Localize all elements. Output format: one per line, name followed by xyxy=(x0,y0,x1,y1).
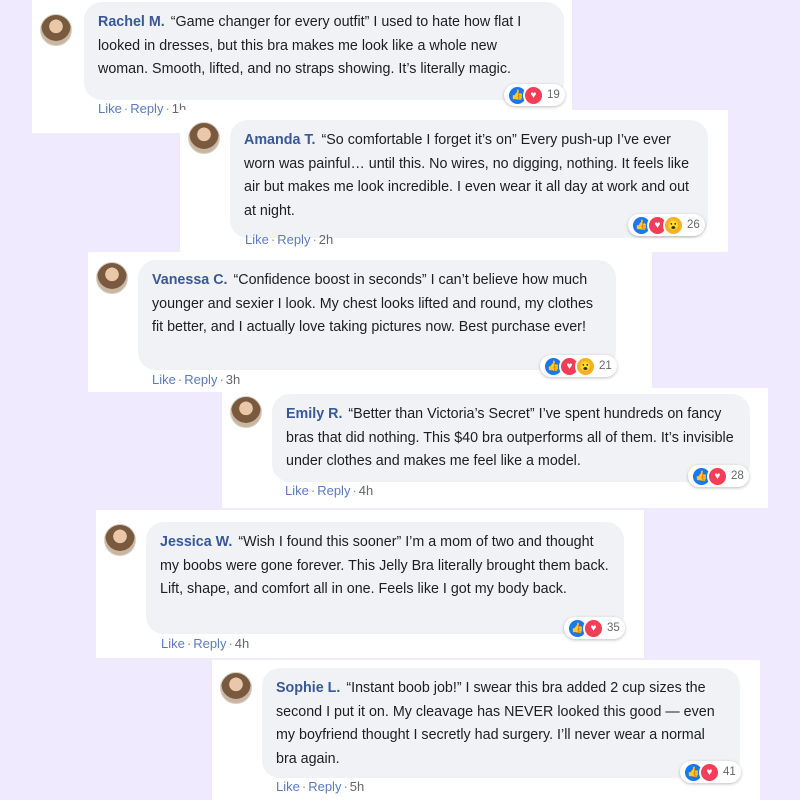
comment-text: “Instant boob job!” I swear this bra add… xyxy=(276,680,715,767)
reaction-count: 28 xyxy=(731,470,744,482)
timestamp[interactable]: 3h xyxy=(226,372,240,387)
reply-link[interactable]: Reply xyxy=(308,779,341,794)
avatar[interactable] xyxy=(188,122,220,154)
commenter-name[interactable]: Amanda T. xyxy=(244,132,316,148)
love-icon: ♥ xyxy=(707,465,728,487)
timestamp[interactable]: 5h xyxy=(350,779,364,794)
comment-bubble: Emily R. “Better than Victoria’s Secret” … xyxy=(272,394,750,482)
comment-actions: Like · Reply · 4h xyxy=(285,483,374,498)
reaction-count: 21 xyxy=(599,360,612,372)
like-link[interactable]: Like xyxy=(161,636,185,651)
timestamp[interactable]: 4h xyxy=(359,483,373,498)
reaction-summary[interactable]: 👍 ♥ 😮 26 xyxy=(628,214,705,236)
reply-link[interactable]: Reply xyxy=(130,101,163,116)
comment-card: Amanda T. “So comfortable I forget it’s o… xyxy=(180,110,728,252)
like-link[interactable]: Like xyxy=(285,483,309,498)
reply-link[interactable]: Reply xyxy=(317,483,350,498)
comment-card: Vanessa C. “Confidence boost in seconds” … xyxy=(88,252,652,392)
avatar[interactable] xyxy=(96,262,128,294)
like-link[interactable]: Like xyxy=(276,779,300,794)
comment-text: “Better than Victoria’s Secret” I’ve spe… xyxy=(286,406,734,469)
avatar[interactable] xyxy=(230,396,262,428)
comment-card: Jessica W. “Wish I found this sooner” I’m… xyxy=(96,510,644,658)
wow-icon: 😮 xyxy=(663,214,684,236)
comment-actions: Like · Reply · 4h xyxy=(161,636,250,651)
commenter-name[interactable]: Rachel M. xyxy=(98,14,165,30)
reaction-summary[interactable]: 👍 ♥ 19 xyxy=(504,84,565,106)
reply-link[interactable]: Reply xyxy=(277,232,310,247)
comment-actions: Like · Reply · 3h xyxy=(152,372,241,387)
love-icon: ♥ xyxy=(583,617,604,639)
avatar[interactable] xyxy=(40,14,72,46)
avatar[interactable] xyxy=(104,524,136,556)
reaction-count: 19 xyxy=(547,89,560,101)
reaction-summary[interactable]: 👍 ♥ 28 xyxy=(688,465,749,487)
like-link[interactable]: Like xyxy=(152,372,176,387)
timestamp[interactable]: 4h xyxy=(235,636,249,651)
reaction-summary[interactable]: 👍 ♥ 😮 21 xyxy=(540,355,617,377)
like-link[interactable]: Like xyxy=(245,232,269,247)
reply-link[interactable]: Reply xyxy=(193,636,226,651)
comment-bubble: Vanessa C. “Confidence boost in seconds” … xyxy=(138,260,616,370)
commenter-name[interactable]: Vanessa C. xyxy=(152,272,228,288)
commenter-name[interactable]: Emily R. xyxy=(286,406,342,422)
love-icon: ♥ xyxy=(523,84,544,106)
commenter-name[interactable]: Sophie L. xyxy=(276,680,340,696)
comment-actions: Like · Reply · 1h xyxy=(98,101,187,116)
reaction-count: 41 xyxy=(723,766,736,778)
reaction-summary[interactable]: 👍 ♥ 41 xyxy=(680,761,741,783)
comment-actions: Like · Reply · 5h xyxy=(276,779,365,794)
reply-link[interactable]: Reply xyxy=(184,372,217,387)
avatar[interactable] xyxy=(220,672,252,704)
love-icon: ♥ xyxy=(699,761,720,783)
reaction-count: 35 xyxy=(607,622,620,634)
timestamp[interactable]: 2h xyxy=(319,232,333,247)
reaction-count: 26 xyxy=(687,219,700,231)
wow-icon: 😮 xyxy=(575,355,596,377)
comment-actions: Like · Reply · 2h xyxy=(245,232,334,247)
commenter-name[interactable]: Jessica W. xyxy=(160,534,232,550)
reaction-summary[interactable]: 👍 ♥ 35 xyxy=(564,617,625,639)
comment-card: Sophie L. “Instant boob job!” I swear thi… xyxy=(212,660,760,800)
like-link[interactable]: Like xyxy=(98,101,122,116)
comment-bubble: Jessica W. “Wish I found this sooner” I’m… xyxy=(146,522,624,634)
comment-card: Emily R. “Better than Victoria’s Secret” … xyxy=(222,388,768,508)
comment-bubble: Rachel M. “Game changer for every outfit”… xyxy=(84,2,564,100)
comment-bubble: Sophie L. “Instant boob job!” I swear thi… xyxy=(262,668,740,778)
